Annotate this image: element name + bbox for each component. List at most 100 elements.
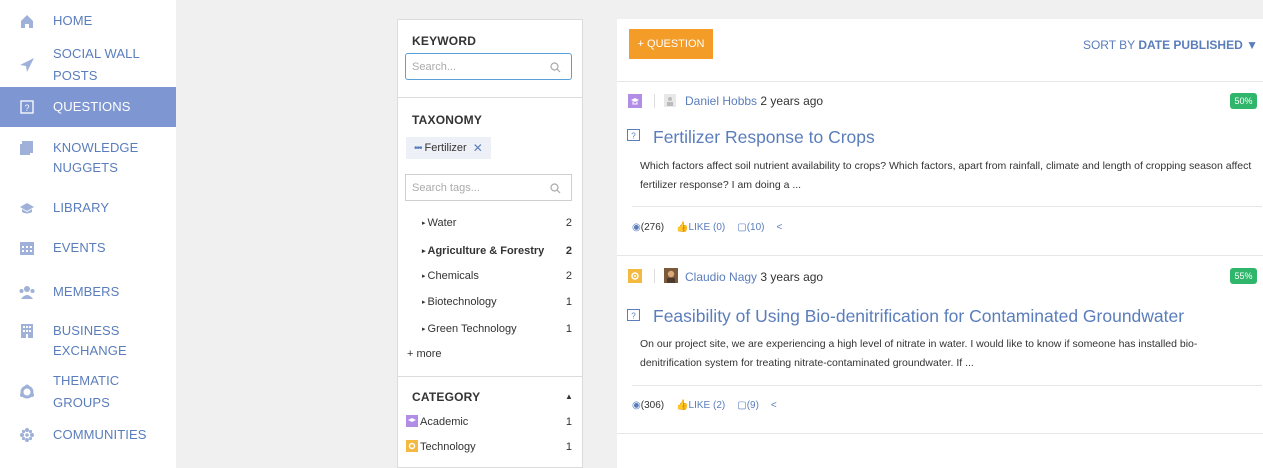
question-stats: ◉ (276) 👍 LIKE (0) ▢ (10) < — [632, 222, 794, 233]
sidebar-item-label: COMMUNITIES — [53, 427, 147, 442]
tag-dots-icon: ••• — [414, 142, 422, 154]
category-count: 1 — [565, 415, 572, 428]
nugget-icon — [18, 139, 36, 157]
tag-label: Green Technology — [427, 323, 517, 335]
like-button[interactable]: 👍 LIKE (0) — [676, 222, 725, 233]
author-line: Daniel Hobbs 2 years ago — [685, 94, 823, 108]
eye-icon: ◉ — [632, 400, 641, 411]
question-title-link[interactable]: Feasibility of Using Bio-denitrification… — [653, 306, 1184, 327]
question-stats: ◉ (306) 👍 LIKE (2) ▢ (9) < — [632, 400, 789, 411]
user-avatar-icon — [664, 94, 676, 107]
technology-icon — [628, 269, 642, 283]
taxonomy-title: TAXONOMY — [412, 113, 483, 127]
card-divider — [617, 255, 1263, 256]
search-icon[interactable] — [550, 181, 561, 199]
category-item-technology[interactable]: Technology 1 — [406, 440, 572, 453]
svg-text:?: ? — [24, 103, 29, 113]
sidebar-item-social-wall-posts[interactable]: SOCIAL WALL POSTS — [0, 46, 176, 83]
user-avatar-photo — [664, 268, 678, 283]
sidebar: HOME SOCIAL WALL POSTS ? QUESTIONS KNOWL… — [0, 0, 176, 468]
business-icon — [18, 322, 36, 340]
sidebar-item-thematic-groups[interactable]: THEMATIC GROUPS — [0, 373, 176, 410]
divider — [398, 97, 582, 98]
comments-button[interactable]: ▢ (10) — [737, 222, 764, 233]
sidebar-item-library[interactable]: LIBRARY — [0, 196, 176, 220]
sidebar-item-label: MEMBERS — [53, 284, 120, 299]
category-label: Technology — [420, 441, 476, 453]
tag-item-agriculture-forestry[interactable]: ▸ Agriculture & Forestry 2 — [422, 245, 572, 257]
question-title-link[interactable]: Fertilizer Response to Crops — [653, 127, 875, 148]
tag-item-green-technology[interactable]: ▸ Green Technology 1 — [422, 323, 572, 335]
keyword-title: KEYWORD — [412, 34, 477, 48]
percent-value: 50% — [1234, 96, 1253, 106]
sidebar-item-knowledge-nuggets[interactable]: KNOWLEDGE NUGGETS — [0, 137, 176, 181]
sidebar-item-members[interactable]: MEMBERS — [0, 280, 176, 304]
home-icon — [18, 12, 36, 30]
academic-icon — [406, 415, 418, 427]
more-tags-link[interactable]: + more — [407, 348, 442, 360]
divider — [654, 94, 655, 108]
svg-text:?: ? — [631, 312, 636, 321]
thumbs-up-icon: 👍 — [676, 222, 689, 233]
card-divider — [632, 385, 1262, 386]
caret-right-icon: ▸ — [422, 273, 426, 280]
share-icon[interactable]: < — [776, 222, 782, 233]
caret-right-icon: ▸ — [422, 248, 426, 255]
add-question-button[interactable]: + QUESTION — [629, 29, 713, 59]
comment-icon: ▢ — [737, 400, 747, 411]
academic-icon — [628, 94, 642, 108]
sidebar-item-label-line2: NUGGETS — [53, 160, 118, 175]
question-icon: ? — [18, 98, 36, 116]
tag-label: Biotechnology — [427, 296, 497, 308]
sidebar-item-questions[interactable]: ? QUESTIONS — [0, 87, 176, 127]
author-name-link[interactable]: Daniel Hobbs — [685, 94, 757, 108]
sidebar-item-events[interactable]: EVENTS — [0, 236, 176, 260]
category-title: CATEGORY — [412, 390, 481, 404]
search-icon[interactable] — [550, 60, 561, 78]
caret-right-icon: ▸ — [422, 220, 426, 227]
comments-button[interactable]: ▢ (9) — [737, 400, 759, 411]
sort-dropdown[interactable]: SORT BY DATE PUBLISHED ▼ — [1083, 38, 1258, 52]
card-divider — [617, 433, 1263, 434]
technology-icon — [406, 440, 418, 452]
sidebar-item-label-line2: EXCHANGE — [53, 343, 127, 358]
question-excerpt: Which factors affect soil nutrient avail… — [640, 160, 1252, 191]
sidebar-item-business-exchange[interactable]: BUSINESS EXCHANGE — [0, 320, 176, 364]
caret-right-icon: ▸ — [422, 326, 426, 333]
like-button[interactable]: 👍 LIKE (2) — [676, 400, 725, 411]
filter-panel: KEYWORD TAXONOMY ••• Fertilizer ✕ ▸Water… — [397, 19, 583, 468]
library-icon — [18, 199, 36, 217]
sidebar-item-label: QUESTIONS — [53, 99, 131, 114]
remove-tag-icon[interactable]: ✕ — [473, 141, 483, 155]
eye-icon: ◉ — [632, 222, 641, 233]
percent-value: 55% — [1234, 271, 1253, 281]
tag-item-chemicals[interactable]: ▸ Chemicals 2 — [422, 270, 572, 282]
active-tag-label: Fertilizer — [424, 142, 467, 154]
tag-label: Water — [427, 217, 457, 229]
caret-down-icon: ▼ — [1246, 38, 1258, 52]
author-name-link[interactable]: Claudio Nagy — [685, 270, 757, 284]
collapse-caret-icon[interactable]: ▲ — [565, 392, 573, 401]
tag-count: 2 — [565, 245, 572, 257]
keyword-search-input[interactable] — [406, 54, 536, 79]
groups-icon — [18, 383, 36, 401]
post-time: 2 years ago — [760, 94, 824, 108]
tag-item-water[interactable]: ▸ Water 2 — [422, 217, 572, 229]
tags-search-input[interactable] — [406, 175, 536, 200]
thumbs-up-icon: 👍 — [676, 400, 689, 411]
sidebar-item-label: LIBRARY — [53, 200, 110, 215]
sort-prefix: SORT BY — [1082, 38, 1135, 52]
author-line: Claudio Nagy 3 years ago — [685, 270, 823, 284]
sidebar-item-communities[interactable]: COMMUNITIES — [0, 423, 176, 447]
share-icon[interactable]: < — [771, 400, 777, 411]
category-item-academic[interactable]: Academic 1 — [406, 415, 572, 428]
sidebar-item-label: THEMATIC GROUPS — [53, 373, 120, 410]
tag-label: Agriculture & Forestry — [427, 245, 545, 257]
question-excerpt: On our project site, we are experiencing… — [640, 338, 1198, 369]
calendar-icon — [18, 239, 36, 257]
tag-count: 1 — [565, 323, 572, 335]
tag-item-biotechnology[interactable]: ▸ Biotechnology 1 — [422, 296, 572, 308]
sidebar-item-home[interactable]: HOME — [0, 9, 176, 33]
paper-plane-icon — [18, 56, 36, 74]
question-icon: ? — [627, 129, 640, 142]
